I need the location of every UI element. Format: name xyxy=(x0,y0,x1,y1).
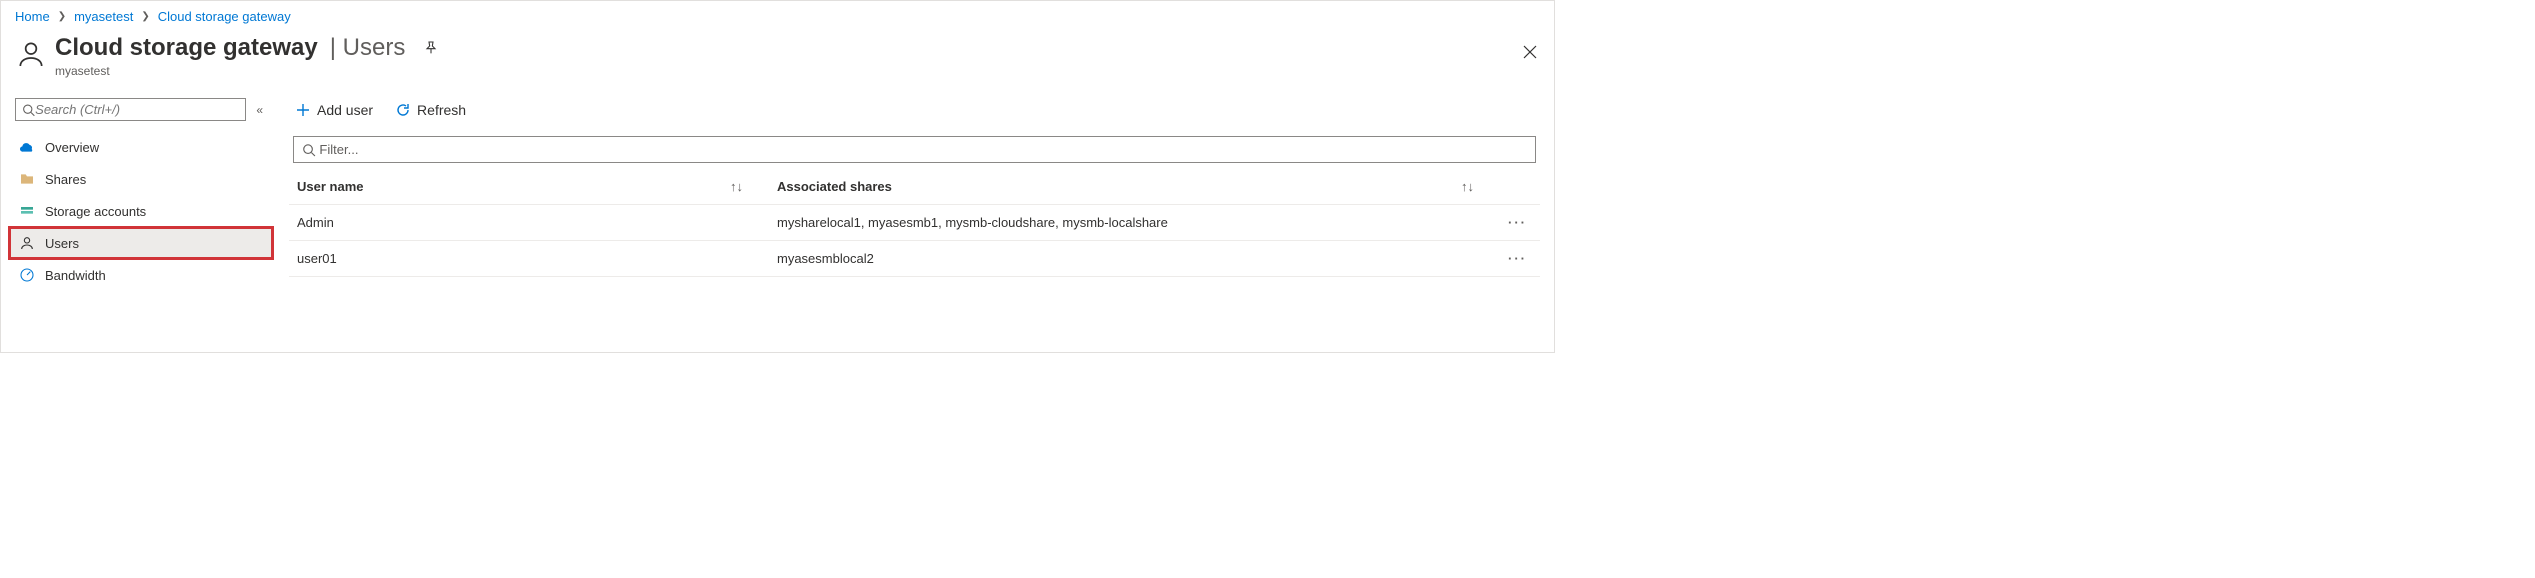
column-header-user[interactable]: User name ↑↓ xyxy=(289,169,769,205)
storage-icon xyxy=(19,203,35,219)
sidebar: « Overview Shares Storage accounts Users xyxy=(1,80,281,301)
sidebar-search-input[interactable] xyxy=(35,102,239,117)
users-table: User name ↑↓ Associated shares ↑↓ xyxy=(289,169,1540,277)
gauge-icon xyxy=(19,267,35,283)
close-icon xyxy=(1522,44,1538,60)
row-menu-button[interactable]: ··· xyxy=(1500,241,1540,277)
sidebar-item-bandwidth[interactable]: Bandwidth xyxy=(9,259,273,291)
page-header: Cloud storage gateway | Users myasetest xyxy=(1,28,1554,80)
refresh-icon xyxy=(395,102,411,118)
cell-shares: mysharelocal1, myasesmb1, mysmb-cloudsha… xyxy=(769,205,1500,241)
sort-icon: ↑↓ xyxy=(730,179,743,194)
sidebar-item-label: Shares xyxy=(45,172,86,187)
add-user-label: Add user xyxy=(317,102,373,118)
sidebar-item-overview[interactable]: Overview xyxy=(9,131,273,163)
toolbar: Add user Refresh xyxy=(289,98,1540,136)
sidebar-item-shares[interactable]: Shares xyxy=(9,163,273,195)
breadcrumb-home[interactable]: Home xyxy=(15,9,50,24)
page-subtitle: myasetest xyxy=(55,64,1540,78)
collapse-sidebar-button[interactable]: « xyxy=(252,99,267,121)
user-icon xyxy=(19,235,35,251)
main-content: Add user Refresh User name ↑↓ xyxy=(281,80,1554,301)
sidebar-item-storage-accounts[interactable]: Storage accounts xyxy=(9,195,273,227)
filter-box[interactable] xyxy=(293,136,1536,163)
page-title: Cloud storage gateway xyxy=(55,34,318,62)
cell-user: Admin xyxy=(289,205,769,241)
refresh-label: Refresh xyxy=(417,102,466,118)
table-row[interactable]: user01 myasesmblocal2 ··· xyxy=(289,241,1540,277)
column-header-shares[interactable]: Associated shares ↑↓ xyxy=(769,169,1500,205)
cell-user: user01 xyxy=(289,241,769,277)
cloud-icon xyxy=(19,139,35,155)
sidebar-item-users[interactable]: Users xyxy=(9,227,273,259)
page-section: | Users xyxy=(330,34,406,62)
table-row[interactable]: Admin mysharelocal1, myasesmb1, mysmb-cl… xyxy=(289,205,1540,241)
folder-icon xyxy=(19,171,35,187)
cell-shares: myasesmblocal2 xyxy=(769,241,1500,277)
search-icon xyxy=(302,143,316,157)
chevron-right-icon: ❯ xyxy=(58,11,66,22)
chevron-right-icon: ❯ xyxy=(141,11,149,22)
sidebar-item-label: Bandwidth xyxy=(45,268,106,283)
search-icon xyxy=(22,103,35,117)
sidebar-item-label: Overview xyxy=(45,140,99,155)
filter-input[interactable] xyxy=(319,142,1527,157)
close-button[interactable] xyxy=(1516,38,1544,66)
column-label: User name xyxy=(297,179,363,194)
add-user-button[interactable]: Add user xyxy=(293,98,375,122)
row-menu-button[interactable]: ··· xyxy=(1500,205,1540,241)
sidebar-item-label: Users xyxy=(45,236,79,251)
plus-icon xyxy=(295,102,311,118)
breadcrumb: Home ❯ myasetest ❯ Cloud storage gateway xyxy=(1,1,1554,28)
refresh-button[interactable]: Refresh xyxy=(393,98,468,122)
user-icon xyxy=(15,38,47,70)
pin-icon xyxy=(423,40,439,56)
column-label: Associated shares xyxy=(777,179,892,194)
sidebar-search[interactable] xyxy=(15,98,246,121)
sort-icon: ↑↓ xyxy=(1461,179,1474,194)
sidebar-item-label: Storage accounts xyxy=(45,204,146,219)
pin-button[interactable] xyxy=(417,34,445,62)
breadcrumb-resource[interactable]: myasetest xyxy=(74,9,133,24)
breadcrumb-service[interactable]: Cloud storage gateway xyxy=(158,9,291,24)
